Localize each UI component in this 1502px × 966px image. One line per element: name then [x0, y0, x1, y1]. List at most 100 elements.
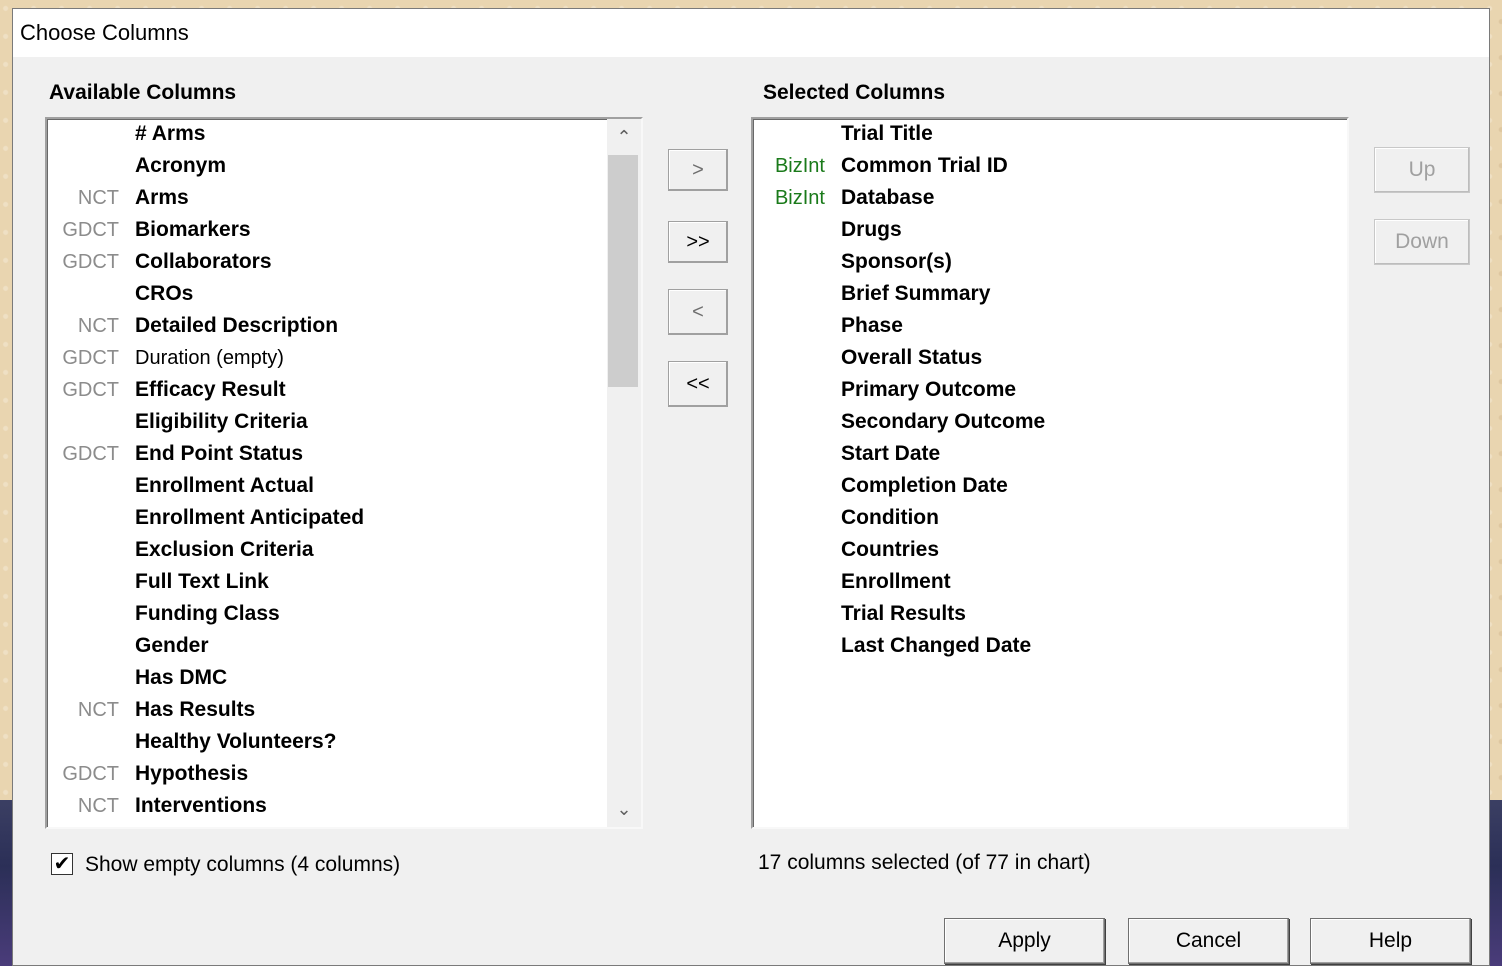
available-columns-label: Available Columns	[49, 81, 237, 104]
column-name: Has Results	[135, 698, 256, 721]
available-columns-list[interactable]: ⌃ ⌄ # Arms Acronym NCT Arms GDCT Biomarkers GD…	[45, 117, 643, 829]
list-item[interactable]: NCT Has Results	[47, 695, 641, 727]
column-name: Interventions	[135, 794, 267, 817]
column-name: Eligibility Criteria	[135, 410, 308, 433]
show-empty-label[interactable]: Show empty columns (4 columns)	[85, 853, 400, 877]
list-item[interactable]: Primary Outcome	[753, 375, 1347, 407]
column-name: Countries	[841, 538, 940, 561]
list-item[interactable]: Completion Date	[753, 471, 1347, 503]
choose-columns-dialog: Choose Columns Available Columns Selecte…	[12, 8, 1490, 966]
source-tag: GDCT	[62, 763, 119, 785]
column-name: Condition	[841, 506, 939, 529]
list-item[interactable]: Acronym	[47, 151, 641, 183]
column-name: Sponsor(s)	[841, 250, 952, 273]
column-name: Common Trial ID	[841, 154, 1008, 177]
list-item[interactable]: Start Date	[753, 439, 1347, 471]
help-button[interactable]: Help	[1310, 918, 1471, 964]
column-name: Database	[841, 186, 935, 209]
list-item[interactable]: Full Text Link	[47, 567, 641, 599]
list-item[interactable]: NCT Arms	[47, 183, 641, 215]
column-name: Enrollment	[841, 570, 951, 593]
move-down-button[interactable]: Down	[1374, 219, 1470, 265]
source-tag: NCT	[77, 795, 119, 817]
list-item[interactable]: Enrollment Anticipated	[47, 503, 641, 535]
column-name: Acronym	[135, 154, 227, 177]
list-item[interactable]: Gender	[47, 631, 641, 663]
column-name: Funding Class	[135, 602, 280, 625]
move-up-button[interactable]: Up	[1374, 147, 1470, 193]
column-name: Healthy Volunteers?	[135, 730, 337, 753]
add-column-button[interactable]: >	[668, 149, 728, 191]
column-name: CROs	[135, 282, 194, 305]
column-name: Enrollment Anticipated	[135, 506, 365, 529]
list-item[interactable]: Funding Class	[47, 599, 641, 631]
list-item[interactable]: NCT Interventions	[47, 791, 641, 823]
list-item[interactable]: GDCT Collaborators	[47, 247, 641, 279]
column-name: Has DMC	[135, 666, 228, 689]
list-item[interactable]: Last Changed Date	[753, 631, 1347, 663]
list-item[interactable]: GDCT Duration (empty)	[47, 343, 641, 375]
column-name: # Arms	[135, 122, 206, 145]
list-item[interactable]: Countries	[753, 535, 1347, 567]
column-name: Biomarkers	[135, 218, 251, 241]
list-item[interactable]: Enrollment	[753, 567, 1347, 599]
list-item[interactable]: # Arms	[47, 119, 641, 151]
list-item[interactable]: Condition	[753, 503, 1347, 535]
show-empty-checkbox[interactable]: ✔	[51, 853, 73, 875]
source-tag: BizInt	[774, 187, 825, 209]
column-name: Trial Results	[841, 602, 966, 625]
list-item[interactable]: BizInt Database	[753, 183, 1347, 215]
list-item[interactable]: Secondary Outcome	[753, 407, 1347, 439]
column-name: End Point Status	[135, 442, 303, 465]
remove-column-button[interactable]: <	[668, 289, 728, 335]
list-item[interactable]: CROs	[47, 279, 641, 311]
list-item[interactable]: NCT Detailed Description	[47, 311, 641, 343]
list-item[interactable]: Enrollment Actual	[47, 471, 641, 503]
column-name: Trial Title	[841, 122, 933, 145]
column-name: Collaborators	[135, 250, 272, 273]
list-item[interactable]: GDCT Efficacy Result	[47, 375, 641, 407]
remove-all-columns-button[interactable]: <<	[668, 361, 728, 407]
list-item[interactable]: Brief Summary	[753, 279, 1347, 311]
source-tag: NCT	[77, 315, 119, 337]
list-item[interactable]: Drugs	[753, 215, 1347, 247]
column-name: Brief Summary	[841, 282, 991, 305]
selected-columns-list[interactable]: Trial Title BizInt Common Trial ID BizInt Da…	[751, 117, 1349, 829]
column-name: Phase	[841, 314, 903, 337]
add-all-columns-button[interactable]: >>	[668, 221, 728, 263]
cancel-button[interactable]: Cancel	[1128, 918, 1289, 964]
column-name: Duration (empty)	[135, 347, 284, 369]
list-item[interactable]: Exclusion Criteria	[47, 535, 641, 567]
list-item[interactable]: Eligibility Criteria	[47, 407, 641, 439]
column-name: Start Date	[841, 442, 941, 465]
column-name: Full Text Link	[135, 570, 269, 593]
source-tag: NCT	[77, 187, 119, 209]
apply-button[interactable]: Apply	[944, 918, 1105, 964]
column-name: Overall Status	[841, 346, 983, 369]
column-name: Gender	[135, 634, 209, 657]
column-name: Efficacy Result	[135, 378, 286, 401]
list-item[interactable]: GDCT End Point Status	[47, 439, 641, 471]
source-tag: GDCT	[62, 443, 119, 465]
list-item[interactable]: BizInt Common Trial ID	[753, 151, 1347, 183]
selected-columns-label: Selected Columns	[763, 81, 946, 104]
list-item[interactable]: Has DMC	[47, 663, 641, 695]
dialog-titlebar: Choose Columns	[13, 9, 1489, 57]
list-item[interactable]: GDCT Hypothesis	[47, 759, 641, 791]
source-tag: GDCT	[62, 251, 119, 273]
column-name: Drugs	[841, 218, 902, 241]
list-item[interactable]: Trial Results	[753, 599, 1347, 631]
list-item[interactable]: Trial Title	[753, 119, 1347, 151]
column-name: Enrollment Actual	[135, 474, 314, 497]
column-name: Arms	[135, 186, 189, 209]
source-tag: BizInt	[774, 155, 825, 177]
list-item[interactable]: GDCT Biomarkers	[47, 215, 641, 247]
source-tag: GDCT	[62, 219, 119, 241]
column-name: Hypothesis	[135, 762, 249, 785]
list-item[interactable]: Sponsor(s)	[753, 247, 1347, 279]
column-name: Primary Outcome	[841, 378, 1017, 401]
list-item[interactable]: Healthy Volunteers?	[47, 727, 641, 759]
list-item[interactable]: Overall Status	[753, 343, 1347, 375]
dialog-title: Choose Columns	[20, 20, 189, 45]
list-item[interactable]: Phase	[753, 311, 1347, 343]
